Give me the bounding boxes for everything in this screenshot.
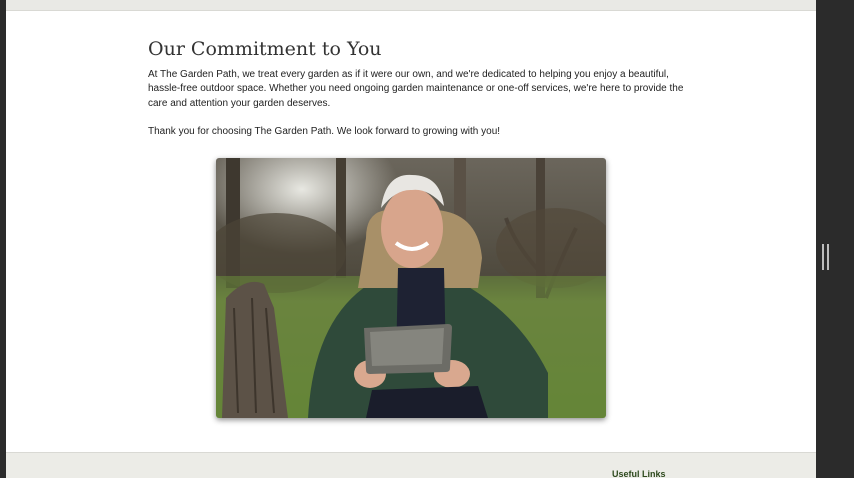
- page-heading: Our Commitment to You: [148, 38, 382, 60]
- senior-man-with-tablet-photo: [216, 158, 606, 418]
- footer: Useful Links: [6, 452, 816, 478]
- useful-links-heading: Useful Links: [612, 469, 666, 478]
- header-strip: [6, 0, 816, 11]
- thanks-paragraph: Thank you for choosing The Garden Path. …: [148, 126, 501, 137]
- web-page: Our Commitment to You At The Garden Path…: [6, 0, 816, 478]
- right-side-panel: [816, 0, 854, 478]
- vertical-drag-handle-icon[interactable]: [822, 244, 830, 270]
- commitment-paragraph: At The Garden Path, we treat every garde…: [148, 69, 684, 109]
